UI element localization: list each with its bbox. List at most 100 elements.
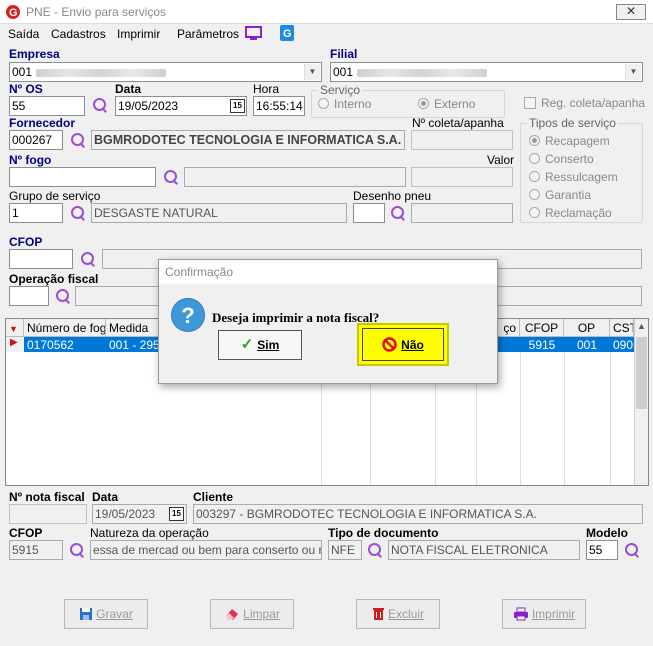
fogo-desc: [184, 167, 406, 187]
data-input[interactable]: 19/05/2023: [115, 96, 247, 116]
question-icon: ?: [171, 298, 205, 332]
fogo-input[interactable]: [9, 167, 156, 187]
reg-coleta-checkbox[interactable]: Reg. coleta/apanha: [524, 96, 645, 110]
modelo-label: Modelo: [586, 526, 628, 540]
filial-label: Filial: [330, 47, 358, 61]
servico-label: Serviço: [318, 83, 363, 97]
radio-conserto[interactable]: Conserto: [529, 152, 594, 166]
redacted-text: [36, 68, 167, 77]
col-op[interactable]: OP: [564, 319, 610, 337]
data-label: Data: [115, 82, 142, 96]
col-cst[interactable]: CST: [610, 319, 634, 337]
limpar-button[interactable]: Limpar: [210, 599, 294, 629]
monitor-icon[interactable]: [245, 26, 262, 41]
fornecedor-code[interactable]: 000267: [9, 130, 63, 150]
radio-garantia[interactable]: Garantia: [529, 188, 591, 202]
menu-parametros[interactable]: Parâmetros: [177, 27, 239, 41]
scroll-up-icon[interactable]: ▲: [637, 321, 646, 331]
cliente-input: 003297 - BGMRODOTEC TECNOLOGIA E INFORMA…: [193, 504, 643, 524]
operacao-input[interactable]: [9, 286, 49, 306]
operacao-label: Operação fiscal: [9, 272, 99, 286]
grid-scrollbar[interactable]: ▲: [634, 319, 648, 485]
tipos-servico-group: Tipos de serviço Recapagem Conserto Ress…: [520, 116, 643, 223]
desenho-desc: [411, 203, 513, 223]
svg-text:G: G: [9, 7, 18, 19]
row-indicator-icon: ▶: [6, 337, 24, 352]
confirm-dialog: Confirmação ? Deseja imprimir a nota fis…: [158, 259, 498, 384]
grupo-code[interactable]: 1: [9, 203, 63, 223]
search-icon[interactable]: [69, 542, 85, 558]
radio-ressulcagem[interactable]: Ressulcagem: [529, 170, 618, 184]
radio-reclamacao[interactable]: Reclamação: [529, 206, 612, 220]
nao-button-inner: Não: [362, 328, 444, 361]
grupo-name: DESGASTE NATURAL: [91, 203, 347, 223]
fornecedor-name: BGMRODOTEC TECNOLOGIA E INFORMATICA S.A.: [91, 130, 405, 150]
close-button[interactable]: ✕: [616, 4, 646, 20]
cliente-label: Cliente: [193, 490, 234, 504]
search-icon[interactable]: [80, 251, 96, 267]
search-icon[interactable]: [92, 97, 108, 113]
desenho-input[interactable]: [353, 203, 385, 223]
svg-text:G: G: [283, 28, 292, 40]
printer-icon: [513, 607, 528, 621]
window-title: PNE - Envio para serviços: [26, 5, 167, 19]
nao-button[interactable]: Não: [357, 323, 449, 366]
modelo-input[interactable]: 55: [586, 540, 618, 560]
valor-input[interactable]: [411, 167, 513, 187]
os-input[interactable]: 55: [9, 96, 85, 116]
grid-divider: [610, 352, 611, 485]
title-bar: G PNE - Envio para serviços ✕: [0, 0, 653, 24]
chevron-down-icon[interactable]: ▼: [304, 64, 320, 80]
calendar-icon[interactable]: 15: [169, 507, 184, 521]
cfop-input[interactable]: [9, 249, 73, 269]
os-label: Nº OS: [9, 82, 43, 96]
filial-value: 001: [333, 65, 354, 79]
tipos-label: Tipos de serviço: [527, 116, 618, 130]
excluir-button[interactable]: Excluir: [356, 599, 440, 629]
empresa-value: 001: [12, 65, 33, 79]
natureza-input[interactable]: essa de mercad ou bem para conserto ou r…: [90, 540, 322, 560]
tipo-doc-code[interactable]: NFE: [328, 540, 362, 560]
g-logo-icon[interactable]: G: [280, 25, 294, 41]
scroll-thumb[interactable]: [636, 337, 647, 409]
cell-cfop[interactable]: 5915: [520, 337, 564, 352]
col-medida[interactable]: Medida: [106, 319, 166, 337]
chevron-down-icon[interactable]: ▼: [625, 64, 641, 80]
search-icon[interactable]: [367, 542, 383, 558]
col-cfop[interactable]: CFOP: [520, 319, 564, 337]
hora-label: Hora: [253, 82, 280, 96]
cell-op[interactable]: 001: [564, 337, 610, 352]
menu-saida[interactable]: Saída: [8, 27, 39, 41]
search-icon[interactable]: [624, 542, 640, 558]
n-coleta-input[interactable]: [411, 130, 513, 150]
radio-recapagem[interactable]: Recapagem: [529, 134, 610, 148]
nota-data-label: Data: [92, 490, 119, 504]
search-icon[interactable]: [163, 169, 179, 185]
calendar-icon[interactable]: 15: [230, 99, 245, 113]
search-icon[interactable]: [390, 205, 406, 221]
imprimir-button[interactable]: Imprimir: [502, 599, 586, 629]
hora-input[interactable]: 16:55:14: [253, 96, 305, 116]
bottom-cfop-label: CFOP: [9, 526, 43, 540]
filial-select[interactable]: 001 ▼: [330, 62, 643, 82]
nota-input[interactable]: [9, 504, 87, 524]
radio-interno[interactable]: Interno: [318, 97, 371, 111]
search-icon[interactable]: [70, 205, 86, 221]
menu-cadastros[interactable]: Cadastros: [51, 27, 106, 41]
col-numero-fogo[interactable]: Número de fogo: [24, 319, 106, 337]
natureza-label: Natureza da operação: [90, 526, 209, 540]
menu-imprimir[interactable]: Imprimir: [117, 27, 160, 41]
gravar-button[interactable]: Gravar: [64, 599, 148, 629]
servico-group: Serviço Interno Externo: [311, 83, 505, 118]
cell-medida[interactable]: 001 - 295/8: [106, 337, 166, 352]
bottom-cfop-input[interactable]: 5915: [9, 540, 63, 560]
cell-cst[interactable]: 090: [610, 337, 634, 352]
cell-numero-fogo[interactable]: 0170562: [24, 337, 106, 352]
grid-divider: [520, 352, 521, 485]
search-icon[interactable]: [55, 288, 71, 304]
sim-button[interactable]: ✓ Sim: [218, 330, 302, 360]
search-icon[interactable]: [70, 132, 86, 148]
empresa-select[interactable]: 001 ▼: [9, 62, 322, 82]
radio-externo[interactable]: Externo: [418, 97, 475, 111]
grid-corner: ▼: [6, 319, 24, 337]
